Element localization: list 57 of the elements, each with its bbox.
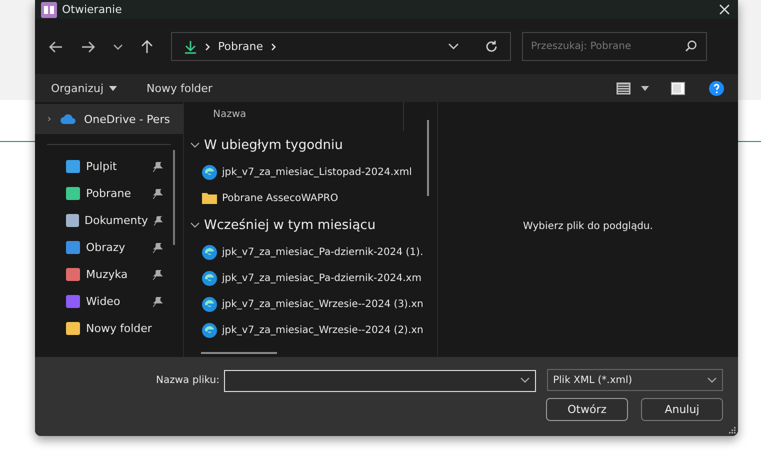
address-bar[interactable]: Pobrane	[171, 32, 511, 61]
cancel-button[interactable]: Anuluj	[641, 398, 723, 421]
file-item[interactable]: jpk_v7_za_miesiac_Listopad-2024.xml	[190, 159, 437, 185]
caret-icon	[108, 86, 117, 90]
browser-document-icon	[202, 322, 217, 338]
sidebar-item[interactable]: Muzyka	[35, 261, 183, 288]
book-icon	[41, 2, 57, 18]
sidebar-item[interactable]: OneDrive - Pers	[35, 104, 183, 134]
resize-grip-icon[interactable]	[729, 427, 736, 434]
refresh-icon[interactable]	[485, 40, 498, 53]
list-view-icon[interactable]	[616, 82, 631, 94]
chevron-right-icon	[205, 42, 210, 50]
browser-document-icon	[202, 164, 217, 180]
chevron-right-icon	[270, 42, 276, 50]
chevron-down-icon[interactable]	[190, 222, 200, 228]
window-title: Otwieranie	[62, 3, 122, 16]
file-item[interactable]: jpk_v7_za_miesiac_Wrzesie--2024 (2).xn	[190, 317, 437, 343]
browser-document-icon	[202, 296, 217, 312]
sidebar-item[interactable]: Wideo	[35, 288, 183, 315]
chevron-down-icon[interactable]	[448, 43, 459, 50]
chevron-down-icon[interactable]	[520, 377, 530, 383]
browser-document-icon	[202, 244, 217, 260]
group-heading: W ubiegłym tygodniu	[204, 138, 343, 152]
up-arrow-icon[interactable]	[141, 40, 153, 54]
forward-arrow-icon[interactable]	[81, 40, 95, 52]
chevron-down-icon[interactable]	[113, 44, 123, 50]
file-item[interactable]: jpk_v7_za_miesiac_Wrzesie--2024 (3).xn	[190, 291, 437, 317]
organize-menu-button[interactable]: Organizuj	[45, 80, 123, 96]
search-icon	[685, 40, 697, 52]
file-type-dropdown[interactable]: Plik XML (*.xml)	[547, 369, 723, 391]
sidebar-item[interactable]: Pobrane	[35, 180, 183, 207]
file-item[interactable]: Pobrane AssecoWAPRO	[190, 185, 437, 211]
sidebar-item[interactable]: Pulpit	[35, 153, 183, 180]
file-item[interactable]: jpk_v7_za_miesiac_Pa-dziernik-2024.xm	[190, 265, 437, 291]
close-icon[interactable]	[719, 4, 730, 15]
caret-icon[interactable]	[641, 86, 649, 90]
search-field[interactable]: Przeszukaj: Pobrane	[522, 32, 707, 61]
breadcrumb[interactable]: Pobrane	[218, 40, 263, 53]
cloud-icon	[60, 114, 76, 124]
sidebar-item[interactable]: Dokumenty	[35, 207, 183, 234]
open-button[interactable]: Otwórz	[546, 398, 628, 421]
chevron-right-icon[interactable]	[47, 115, 52, 123]
help-icon[interactable]	[709, 80, 724, 96]
filename-field[interactable]	[224, 370, 536, 392]
preview-pane-icon[interactable]	[671, 82, 685, 94]
browser-document-icon	[202, 270, 217, 286]
sidebar-item[interactable]: Obrazy	[35, 234, 183, 261]
new-folder-button[interactable]: Nowy folder	[140, 80, 218, 96]
preview-message: Wybierz plik do podglądu.	[523, 221, 653, 232]
file-item[interactable]: jpk_v7_za_miesiac_Pa-dziernik-2024 (1).	[190, 239, 437, 265]
chevron-down-icon	[707, 377, 717, 383]
sidebar-item[interactable]: Nowy folder	[35, 315, 183, 342]
back-arrow-icon[interactable]	[49, 40, 63, 52]
column-header[interactable]: Nazwa	[190, 102, 404, 131]
filename-label: Nazwa pliku:	[156, 374, 220, 386]
group-heading: Wcześniej w tym miesiącu	[204, 218, 376, 232]
chevron-down-icon[interactable]	[190, 142, 200, 148]
